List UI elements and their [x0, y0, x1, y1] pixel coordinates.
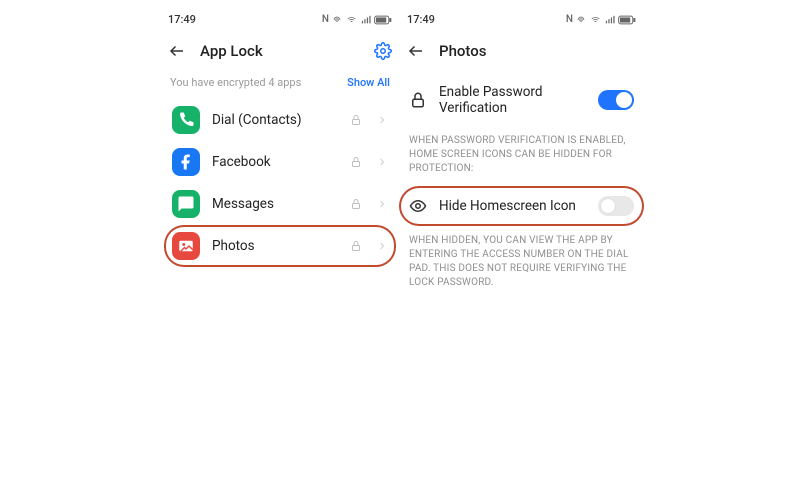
app-label: Facebook — [212, 154, 338, 170]
toggle-hide-homescreen[interactable] — [598, 196, 634, 216]
chevron-right-icon — [376, 156, 388, 168]
status-time: 17:49 — [168, 13, 196, 26]
back-icon[interactable] — [168, 42, 186, 60]
title-bar: Photos — [399, 32, 644, 74]
signal-icon — [360, 15, 372, 25]
lock-icon — [350, 198, 362, 210]
subtitle-row: You have encrypted 4 apps Show All — [160, 74, 400, 99]
page-title: App Lock — [200, 42, 360, 60]
encrypted-count-label: You have encrypted 4 apps — [170, 76, 301, 89]
gear-icon[interactable] — [374, 42, 392, 60]
nfc-icon — [331, 15, 343, 25]
lock-icon — [409, 91, 427, 109]
app-item-dial[interactable]: Dial (Contacts) — [164, 99, 396, 141]
setting-label: Hide Homescreen Icon — [439, 198, 586, 214]
app-item-facebook[interactable]: Facebook — [164, 141, 396, 183]
lock-icon — [350, 240, 362, 252]
facebook-icon — [172, 148, 200, 176]
setting-hide-homescreen[interactable]: Hide Homescreen Icon — [399, 186, 644, 226]
signal-icon — [604, 15, 616, 25]
page-title: Photos — [439, 42, 636, 60]
app-label: Dial (Contacts) — [212, 112, 338, 128]
status-bar: 17:49 N — [160, 10, 400, 32]
caption-verification: WHEN PASSWORD VERIFICATION IS ENABLED, H… — [399, 126, 644, 186]
battery-icon — [618, 15, 636, 25]
status-icons: N — [322, 14, 392, 25]
messages-icon — [172, 190, 200, 218]
status-bar: 17:49 N — [399, 10, 644, 32]
status-time: 17:49 — [407, 13, 435, 26]
wifi-icon — [589, 15, 602, 25]
show-all-link[interactable]: Show All — [347, 76, 390, 89]
battery-icon — [374, 15, 392, 25]
chevron-right-icon — [376, 198, 388, 210]
setting-enable-verification[interactable]: Enable Password Verification — [399, 74, 644, 126]
screen-app-lock: 17:49 N App Lock You have encrypted 4 ap… — [160, 10, 400, 490]
nfc-icon — [575, 15, 587, 25]
app-label: Photos — [212, 238, 338, 254]
app-list: Dial (Contacts) Facebook Messages Photos — [160, 99, 400, 267]
lock-icon — [350, 156, 362, 168]
photos-icon — [172, 232, 200, 260]
screen-photos-settings: 17:49 N Photos Enable Password Verificat… — [399, 10, 644, 490]
title-bar: App Lock — [160, 32, 400, 74]
lock-icon — [350, 114, 362, 126]
dial-icon — [172, 106, 200, 134]
toggle-enable-verification[interactable] — [598, 90, 634, 110]
wifi-icon — [345, 15, 358, 25]
status-n-icon: N — [322, 14, 329, 25]
chevron-right-icon — [376, 240, 388, 252]
app-item-messages[interactable]: Messages — [164, 183, 396, 225]
setting-label: Enable Password Verification — [439, 84, 586, 116]
chevron-right-icon — [376, 114, 388, 126]
app-label: Messages — [212, 196, 338, 212]
back-icon[interactable] — [407, 42, 425, 60]
caption-hidden: WHEN HIDDEN, YOU CAN VIEW THE APP BY ENT… — [399, 226, 644, 300]
status-n-icon: N — [566, 14, 573, 25]
status-icons: N — [566, 14, 636, 25]
eye-icon — [409, 197, 427, 215]
app-item-photos[interactable]: Photos — [164, 225, 396, 267]
